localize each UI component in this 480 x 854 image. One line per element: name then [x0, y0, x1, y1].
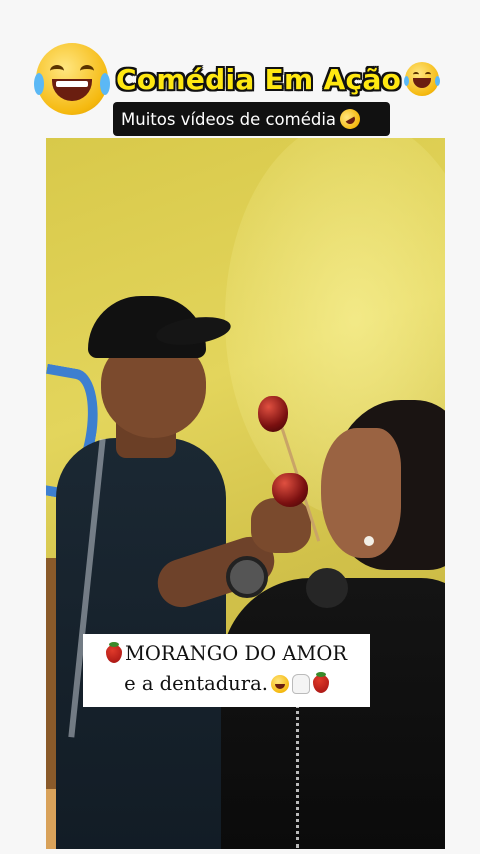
- candied-strawberry: [258, 396, 288, 432]
- rolling-on-floor-laughing-icon: [336, 105, 364, 133]
- video-caption: MORANGO DO AMOR e a dentadura.: [83, 634, 370, 707]
- face-with-tears-of-joy-icon: [34, 43, 110, 115]
- candied-strawberry: [272, 473, 308, 507]
- woman-figure: [221, 578, 445, 849]
- video-player[interactable]: [46, 138, 445, 849]
- tooth-icon: [291, 673, 310, 694]
- caption-line-1: MORANGO DO AMOR: [124, 642, 348, 665]
- caption-line-2: e a dentadura.: [124, 672, 268, 695]
- page-title: Comédia Em Ação: [116, 62, 402, 96]
- face-with-tears-of-joy-icon: [270, 674, 289, 693]
- subtitle-text: Muitos vídeos de comédia: [121, 109, 337, 129]
- strawberry-icon: [312, 671, 329, 693]
- face-with-tears-of-joy-icon: [404, 62, 441, 96]
- earring: [364, 536, 374, 546]
- header: Comédia Em Ação Muitos vídeos de comédia: [0, 0, 480, 140]
- strawberry-icon: [105, 641, 122, 663]
- subtitle-banner: Muitos vídeos de comédia: [113, 102, 390, 136]
- bead-necklace: [296, 698, 303, 848]
